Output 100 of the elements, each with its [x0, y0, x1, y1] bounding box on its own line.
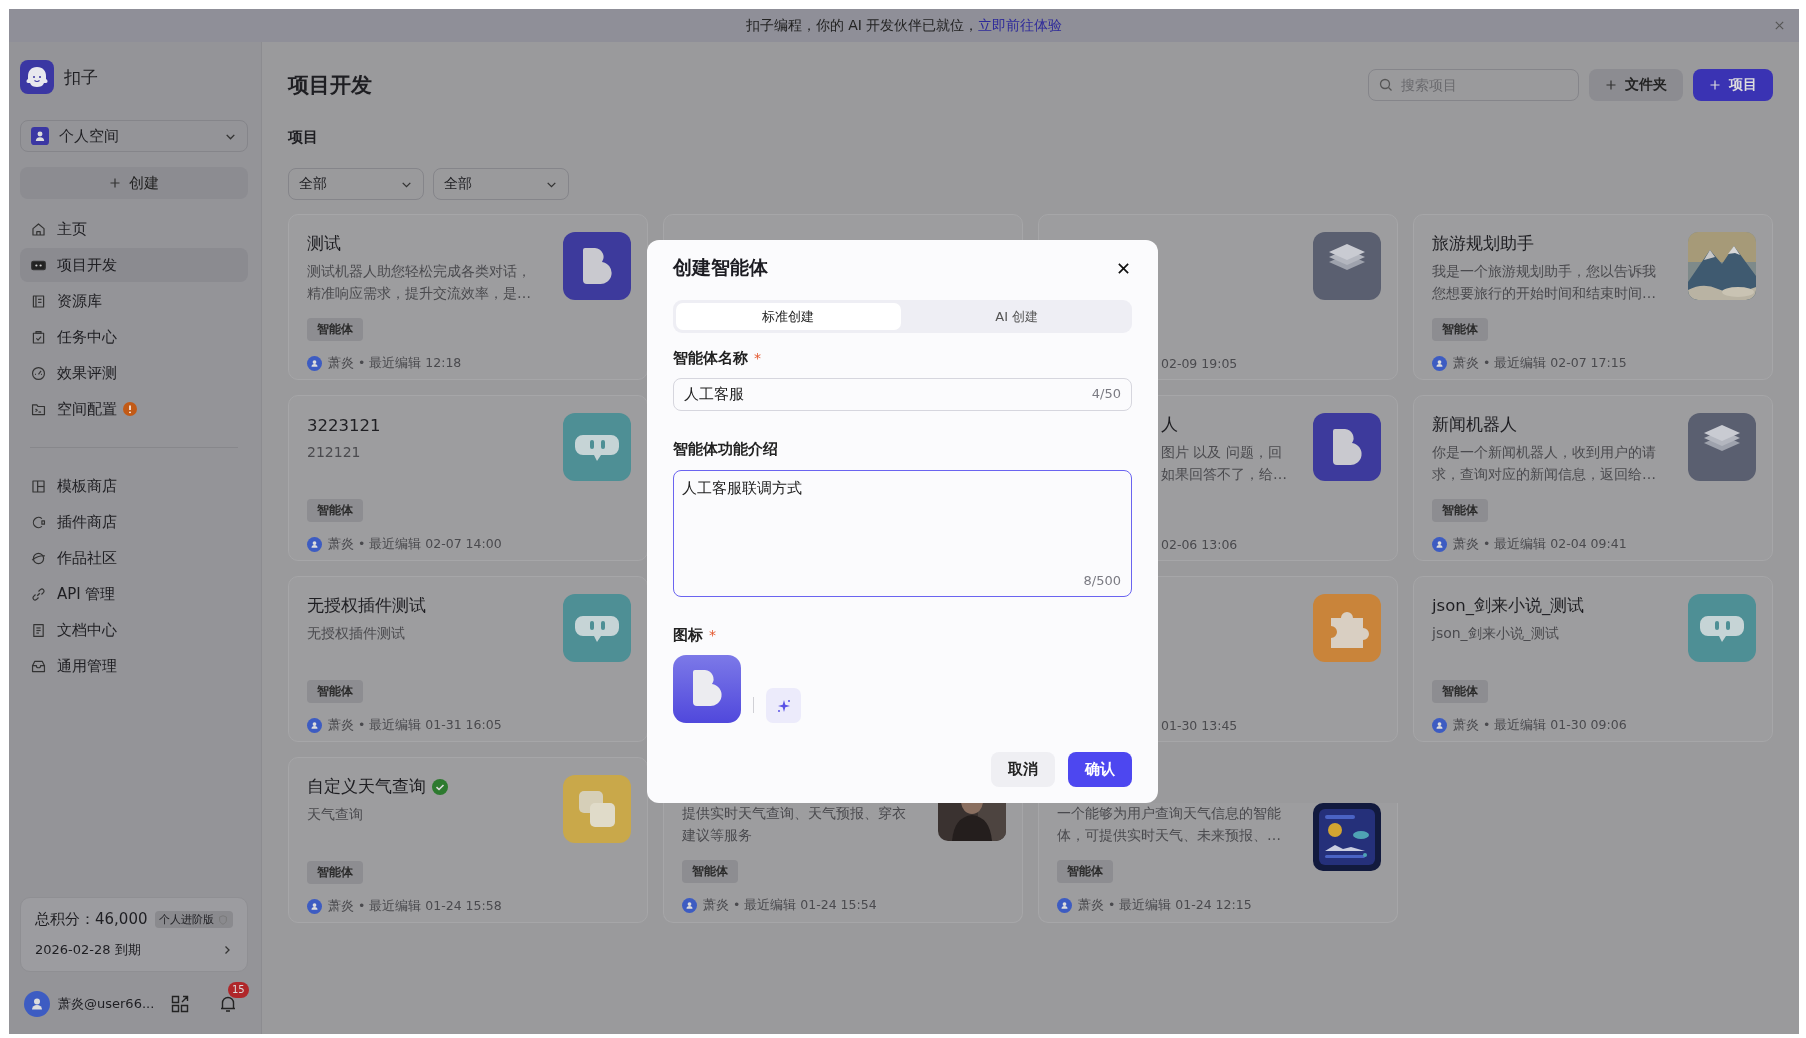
project-card[interactable]: 提供实时天气查询、天气预报、穿衣 建议等服务 智能体 萧炎 • 最近编辑 01-24 15:54 [663, 803, 1023, 923]
library-icon [30, 292, 47, 310]
avatar-icon [1432, 536, 1447, 552]
project-card[interactable]: 旅游规划助手 我是一个旅游规划助手，您以告诉我 您想要旅行的开始时间和结束时间… 智能体 萧炎 • 最近编辑 02-07 17:15 [1413, 214, 1773, 380]
project-card[interactable]: 无授权插件测试 无授权插件测试 智能体 萧炎 • 最近编辑 01-31 16:05 [288, 576, 648, 742]
section-title: 项目 [288, 127, 319, 147]
project-card[interactable]: 新闻机器人 你是一个新闻机器人，收到用户的请 求，查询对应的新闻信息，返回给… 智能体 萧炎 • 最近编辑 02-04 09:41 [1413, 395, 1773, 561]
home-icon [30, 220, 47, 238]
card-description: 求，查询对应的新闻信息，返回给… [1432, 465, 1656, 484]
nav-item[interactable]: 效果评测 [20, 356, 248, 390]
card-meta: 萧炎 • 最近编辑 02-07 14:00 [328, 535, 502, 553]
avatar-icon [307, 717, 322, 733]
card-description: 图片 以及 问题，回 [1161, 443, 1282, 462]
project-card[interactable]: 测试 测试机器人助您轻松完成各类对话， 精准响应需求，提升交流效率，是… 智能体 萧炎 • 最近编辑 12:18 [288, 214, 648, 380]
brand-name: 扣子 [64, 65, 98, 89]
type-tag: 智能体 [307, 499, 363, 522]
card-description: json_剑来小说_测试 [1432, 624, 1559, 643]
field-label: 智能体功能介绍 [673, 439, 778, 459]
new-folder-button[interactable]: 文件夹 [1589, 69, 1683, 101]
card-meta: 02-09 19:05 [1161, 355, 1238, 371]
agent-icon[interactable] [673, 655, 741, 723]
nav-item[interactable]: 模板商店 [20, 469, 248, 503]
layout-icon [30, 477, 47, 495]
avatar-icon [307, 355, 322, 371]
card-meta: 萧炎 • 最近编辑 01-31 16:05 [328, 716, 502, 734]
project-card[interactable]: 3223121 212121 智能体 萧炎 • 最近编辑 02-07 14:00 [288, 395, 648, 561]
confirm-button[interactable]: 确认 [1068, 752, 1132, 787]
required-mark: * [754, 350, 761, 366]
announcement-link[interactable]: 立即前往体验 [978, 16, 1063, 35]
card-description: 测试机器人助您轻松完成各类对话， [307, 262, 531, 281]
nav-item[interactable]: 空间配置 [20, 392, 248, 426]
char-counter: 8/500 [1083, 573, 1121, 588]
plus-icon [1605, 79, 1617, 91]
nav-item[interactable]: 资源库 [20, 284, 248, 318]
apps-icon[interactable] [170, 994, 190, 1014]
avatar-icon[interactable] [24, 991, 50, 1017]
generate-icon-button[interactable] [766, 688, 801, 723]
space-dropdown[interactable]: 个人空间 [20, 120, 248, 152]
page-title: 项目开发 [288, 72, 373, 99]
clipboard-icon [30, 328, 47, 346]
type-tag: 智能体 [1432, 318, 1488, 341]
nav-item[interactable]: 任务中心 [20, 320, 248, 354]
type-tag: 智能体 [1432, 680, 1488, 703]
project-card[interactable]: 一个能够为用户查询天气信息的智能 体，可提供实时天气、未来预报、… 智能体 萧炎 • 最近编辑 01-24 12:15 [1038, 803, 1398, 923]
close-icon[interactable] [1117, 261, 1130, 275]
card-description: 我是一个旅游规划助手，您以告诉我 [1432, 262, 1656, 281]
logo-icon[interactable] [20, 60, 54, 94]
field-label: 智能体名称 [673, 348, 748, 368]
project-card[interactable]: json_剑来小说_测试 json_剑来小说_测试 智能体 萧炎 • 最近编辑 01-30 09:06 [1413, 576, 1773, 742]
card-meta: 萧炎 • 最近编辑 01-24 12:15 [1078, 896, 1252, 914]
type-tag: 智能体 [1432, 499, 1488, 522]
card-meta: 02-06 13:06 [1161, 536, 1238, 552]
card-description: 精准响应需求，提升交流效率，是… [307, 284, 531, 303]
nav-item[interactable]: 主页 [20, 212, 248, 246]
new-project-button[interactable]: 项目 [1693, 69, 1773, 101]
nav-item[interactable]: 文档中心 [20, 613, 248, 647]
nav-item[interactable]: 通用管理 [20, 649, 248, 683]
search-icon [1379, 78, 1393, 92]
card-title: 自定义天气查询 [307, 776, 426, 798]
plan-name: 个人进阶版 [159, 912, 214, 927]
user-name[interactable]: 萧炎@user66... [58, 995, 162, 1013]
card-description: 你是一个新闻机器人，收到用户的请 [1432, 443, 1656, 462]
expiry-link[interactable]: 2026-02-28 到期 [35, 941, 233, 959]
card-meta: 01-30 13:45 [1161, 717, 1238, 733]
card-meta: 萧炎 • 最近编辑 02-07 17:15 [1453, 354, 1627, 372]
announcement-text: 扣子编程，你的 AI 开发伙伴已就位， [745, 16, 979, 35]
type-tag: 智能体 [682, 860, 738, 883]
card-meta: 萧炎 • 最近编辑 01-24 15:58 [328, 897, 502, 915]
card-title: json_剑来小说_测试 [1432, 595, 1585, 617]
card-description: 提供实时天气查询、天气预报、穿衣 [682, 804, 906, 823]
card-title: 无授权插件测试 [307, 595, 426, 617]
mode-tab[interactable]: 标准创建 [676, 303, 901, 330]
filter-dropdown[interactable]: 全部 [433, 168, 569, 200]
project-card[interactable]: 自定义天气查询 天气查询 智能体 萧炎 • 最近编辑 01-24 15:58 [288, 757, 648, 923]
nav-item[interactable]: 插件商店 [20, 505, 248, 539]
avatar-icon [307, 898, 322, 914]
cancel-button[interactable]: 取消 [991, 752, 1055, 787]
card-description: 无授权插件测试 [307, 624, 405, 643]
link-icon [30, 585, 47, 603]
card-meta: 萧炎 • 最近编辑 02-04 09:41 [1453, 535, 1627, 553]
type-tag: 智能体 [307, 861, 363, 884]
plus-icon [109, 177, 121, 189]
type-tag: 智能体 [1057, 860, 1113, 883]
nav-item[interactable]: API 管理 [20, 577, 248, 611]
card-title: 新闻机器人 [1432, 414, 1517, 436]
bell-icon[interactable] [218, 994, 238, 1014]
card-title: 人 [1161, 414, 1178, 436]
gauge-icon [30, 364, 47, 382]
plus-icon [1709, 79, 1721, 91]
person-icon [31, 127, 49, 145]
card-title: 旅游规划助手 [1432, 233, 1534, 255]
card-meta: 萧炎 • 最近编辑 01-30 09:06 [1453, 716, 1627, 734]
card-description: 您想要旅行的开始时间和结束时间… [1432, 284, 1656, 303]
filter-dropdown[interactable]: 全部 [288, 168, 424, 200]
nav-item[interactable]: 作品社区 [20, 541, 248, 575]
card-meta: 萧炎 • 最近编辑 01-24 15:54 [703, 896, 877, 914]
notification-badge: 15 [228, 982, 249, 998]
create-button[interactable]: 创建 [20, 167, 248, 199]
card-title: 3223121 [307, 415, 381, 435]
nav-item[interactable]: 项目开发 [20, 248, 248, 282]
